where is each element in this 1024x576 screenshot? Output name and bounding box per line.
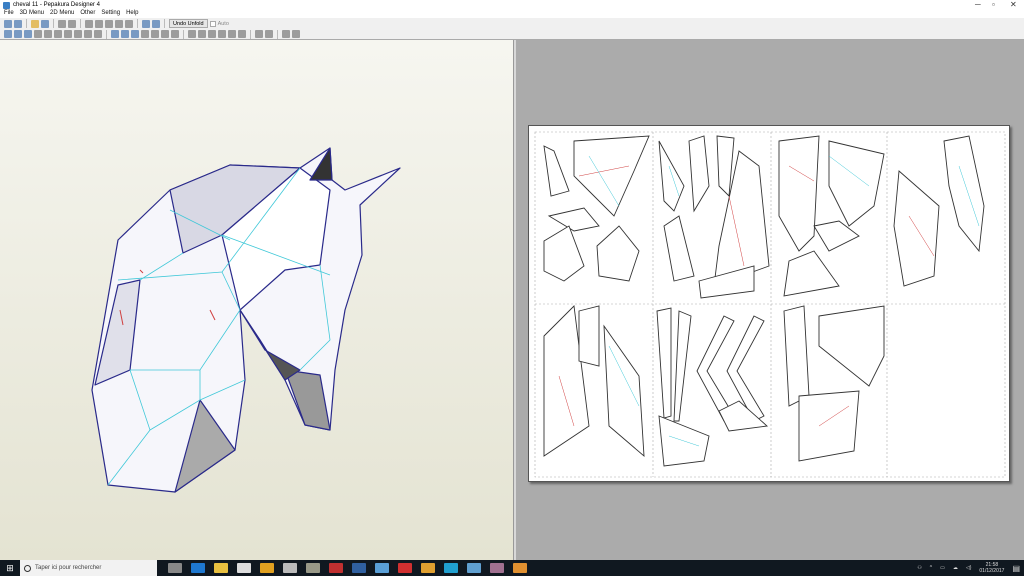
menu-2d[interactable]: 2D Menu — [50, 10, 74, 18]
menu-other[interactable]: Other — [80, 10, 95, 18]
auto-checkbox[interactable]: Auto — [209, 20, 229, 27]
taskbar: ⊞ Taper ici pour rechercher ⚇ ^ ▭ ☁ ◁) 21:58… — [0, 560, 1024, 576]
menu-bar: File 3D Menu 2D Menu Other Setting Help — [0, 10, 138, 18]
single-view-icon[interactable] — [152, 19, 160, 28]
chrome-icon[interactable] — [420, 563, 435, 573]
align-bottom-icon[interactable] — [238, 30, 246, 38]
window-title: cheval 11 - Pepakura Designer 4 — [13, 2, 100, 8]
steam-icon[interactable] — [374, 563, 389, 573]
checkbox-icon — [209, 20, 216, 27]
maximize-button[interactable]: ▫ — [992, 0, 995, 9]
file-explorer-icon[interactable] — [213, 563, 228, 573]
zoom-in-icon[interactable] — [58, 19, 66, 28]
edge-icon[interactable] — [190, 563, 205, 573]
picture-icon[interactable] — [64, 30, 72, 38]
undo-unfold-button[interactable]: Undo Unfold — [169, 19, 208, 28]
save-icon[interactable] — [14, 19, 22, 28]
flap-icon[interactable] — [74, 30, 82, 38]
app-blue-icon[interactable] — [351, 563, 366, 573]
horse-head-model — [91, 147, 401, 493]
menu-setting[interactable]: Setting — [101, 10, 120, 18]
app-icon — [3, 1, 10, 9]
3d-view[interactable] — [0, 40, 513, 560]
layout-icon[interactable] — [111, 30, 119, 38]
paint-icon[interactable] — [85, 19, 93, 28]
close-button[interactable]: ✕ — [1010, 0, 1017, 9]
zoom-out-icon[interactable] — [68, 19, 76, 28]
toolbar-edit — [0, 29, 1024, 40]
page-add-icon[interactable] — [151, 30, 159, 38]
align-middle-icon[interactable] — [228, 30, 236, 38]
app-red2-icon[interactable] — [397, 563, 412, 573]
image-icon[interactable] — [115, 19, 123, 28]
app-orange-icon[interactable] — [512, 563, 527, 573]
system-tray: ⚇ ^ ▭ ☁ ◁) 21:58 01/12/2017 ▤ — [917, 560, 1024, 576]
network-icon[interactable]: ▭ — [940, 565, 945, 571]
people-icon[interactable]: ⚇ — [917, 565, 921, 571]
page-icon[interactable] — [141, 30, 149, 38]
flip-v-icon[interactable] — [265, 30, 273, 38]
fit-all-icon[interactable] — [292, 30, 300, 38]
align-left-icon[interactable] — [188, 30, 196, 38]
menu-help[interactable]: Help — [126, 10, 138, 18]
clock[interactable]: 21:58 01/12/2017 — [979, 562, 1004, 574]
pdf-icon[interactable] — [105, 19, 113, 28]
title-bar: cheval 11 - Pepakura Designer 4 ─ ▫ ✕ — [0, 0, 1024, 10]
open-icon[interactable] — [4, 19, 12, 28]
minimize-button[interactable]: ─ — [975, 0, 981, 9]
app-red-icon[interactable] — [328, 563, 343, 573]
windows-icon: ⊞ — [6, 562, 14, 573]
mail-icon[interactable] — [236, 563, 251, 573]
taskbar-apps — [163, 563, 531, 573]
print-icon[interactable] — [171, 30, 179, 38]
notification-icon[interactable]: ▤ — [1012, 564, 1020, 573]
toolbar-main: Undo Unfold Auto — [0, 18, 1024, 29]
pen-icon[interactable] — [44, 30, 52, 38]
start-button[interactable]: ⊞ — [0, 560, 20, 576]
texture-icon[interactable] — [95, 19, 103, 28]
pepakura-icon[interactable] — [466, 563, 481, 573]
redo-icon[interactable] — [94, 30, 102, 38]
select-icon[interactable] — [4, 30, 12, 38]
grid-icon[interactable] — [131, 30, 139, 38]
join-icon[interactable] — [24, 30, 32, 38]
app-cyan-icon[interactable] — [443, 563, 458, 573]
angle-icon[interactable] — [34, 30, 42, 38]
fit-icon[interactable] — [282, 30, 290, 38]
paper-sheet — [528, 125, 1010, 482]
align-right-icon[interactable] — [208, 30, 216, 38]
align-center-icon[interactable] — [198, 30, 206, 38]
unfolded-pattern — [534, 131, 1006, 478]
text-icon[interactable] — [54, 30, 62, 38]
split-view-icon[interactable] — [142, 19, 150, 28]
unfold-icon[interactable] — [41, 19, 49, 28]
2d-view[interactable] — [516, 40, 1024, 560]
menu-file[interactable]: File — [4, 10, 14, 18]
cortana-icon — [24, 564, 31, 572]
task-view-icon[interactable] — [167, 563, 182, 573]
align-top-icon[interactable] — [218, 30, 226, 38]
app-film-icon[interactable] — [489, 563, 504, 573]
link-icon[interactable] — [125, 19, 133, 28]
flip-h-icon[interactable] — [255, 30, 263, 38]
app-display-icon[interactable] — [305, 563, 320, 573]
store-icon[interactable] — [259, 563, 274, 573]
arrange-icon[interactable] — [121, 30, 129, 38]
undo-icon[interactable] — [84, 30, 92, 38]
light-icon[interactable] — [31, 19, 39, 28]
onedrive-icon[interactable]: ☁ — [953, 565, 958, 571]
rotate-icon[interactable] — [14, 30, 22, 38]
chevron-up-icon[interactable]: ^ — [930, 565, 932, 571]
auto-label: Auto — [217, 20, 229, 27]
search-placeholder: Taper ici pour rechercher — [35, 565, 102, 571]
search-box[interactable]: Taper ici pour rechercher — [20, 560, 157, 576]
volume-icon[interactable]: ◁) — [966, 565, 972, 571]
export-icon[interactable] — [161, 30, 169, 38]
menu-3d[interactable]: 3D Menu — [20, 10, 44, 18]
app-printer-icon[interactable] — [282, 563, 297, 573]
date: 01/12/2017 — [979, 568, 1005, 574]
